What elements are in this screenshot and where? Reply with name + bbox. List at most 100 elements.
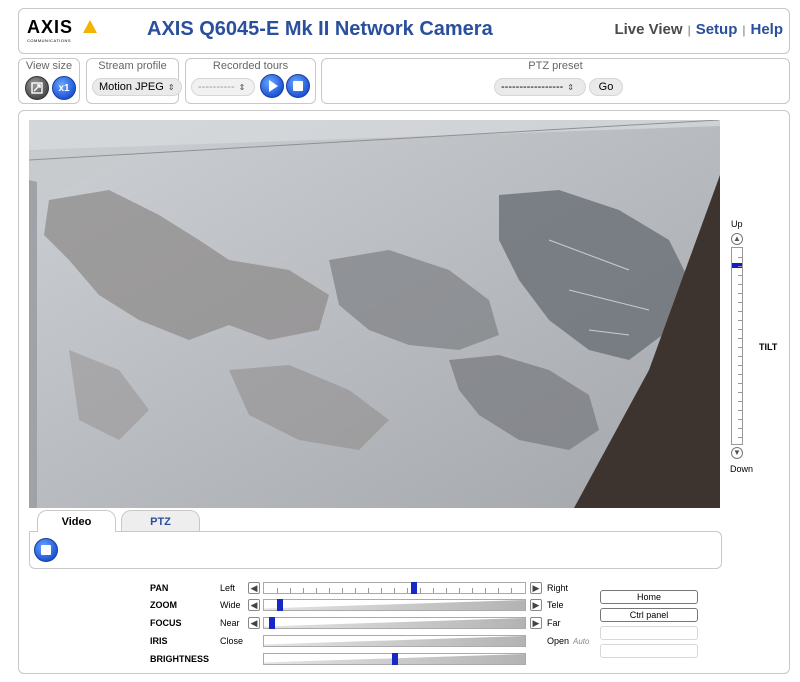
x1-icon: x1 bbox=[58, 82, 70, 94]
focus-decrease-button[interactable]: ◀ bbox=[248, 617, 260, 629]
slider-tick bbox=[342, 588, 343, 593]
video-stop-button[interactable] bbox=[34, 538, 58, 562]
view-size-label: View size bbox=[25, 60, 73, 72]
home-button[interactable]: Home bbox=[600, 590, 698, 604]
ptz-preset-select[interactable]: ----------------- ⇕ bbox=[494, 78, 586, 96]
slider-tick bbox=[738, 257, 742, 258]
ptz-preset-go-button[interactable]: Go bbox=[589, 78, 623, 96]
arrow-right-icon: ▶ bbox=[532, 583, 540, 593]
play-icon bbox=[261, 75, 283, 97]
live-video-feed[interactable] bbox=[29, 120, 720, 508]
iris-label: IRIS bbox=[150, 636, 168, 646]
slider-tick bbox=[738, 284, 742, 285]
stream-profile-label: Stream profile bbox=[98, 60, 167, 72]
slider-tick bbox=[738, 338, 742, 339]
arrow-up-icon: ▲ bbox=[733, 234, 741, 243]
page-title: AXIS Q6045-E Mk II Network Camera bbox=[147, 18, 493, 40]
pan-max-label: Right bbox=[547, 583, 569, 593]
stream-profile-select[interactable]: Motion JPEG ⇕ bbox=[92, 78, 182, 96]
slider-tick bbox=[738, 383, 742, 384]
focus-slider-ramp bbox=[264, 618, 525, 628]
slider-tick bbox=[738, 356, 742, 357]
nav-help[interactable]: Help bbox=[750, 21, 783, 38]
slider-tick bbox=[738, 419, 742, 420]
slider-tick bbox=[277, 588, 278, 593]
slider-tick bbox=[459, 588, 460, 593]
arrow-left-icon: ◀ bbox=[250, 600, 258, 610]
slider-tick bbox=[485, 588, 486, 593]
brightness-slider[interactable] bbox=[263, 653, 526, 665]
slider-tick bbox=[738, 365, 742, 366]
iris-slider[interactable] bbox=[263, 635, 526, 647]
iris-min-label: Close bbox=[220, 636, 244, 646]
zoom-decrease-button[interactable]: ◀ bbox=[248, 599, 260, 611]
tilt-up-label: Up bbox=[731, 219, 743, 229]
brightness-slider-thumb[interactable] bbox=[392, 653, 398, 665]
slider-tick bbox=[355, 588, 356, 593]
resize-icon bbox=[26, 77, 48, 99]
slider-tick bbox=[316, 588, 317, 593]
slider-tick bbox=[407, 588, 408, 593]
focus-max-label: Far bbox=[547, 618, 561, 628]
focus-slider-thumb[interactable] bbox=[269, 617, 275, 629]
focus-label: FOCUS bbox=[150, 618, 182, 628]
tour-stop-button[interactable] bbox=[286, 74, 310, 98]
slider-tick bbox=[738, 302, 742, 303]
nav-separator: | bbox=[742, 23, 746, 37]
logo-subtext: COMMUNICATIONS bbox=[27, 38, 72, 43]
focus-increase-button[interactable]: ▶ bbox=[530, 617, 542, 629]
pan-decrease-button[interactable]: ◀ bbox=[248, 582, 260, 594]
recorded-tours-label: Recorded tours bbox=[212, 60, 289, 72]
tilt-label: TILT bbox=[759, 342, 778, 352]
nav-live-view[interactable]: Live View bbox=[614, 21, 682, 38]
focus-min-label: Near bbox=[220, 618, 240, 628]
stop-icon bbox=[287, 75, 309, 97]
select-arrows-icon: ⇕ bbox=[567, 83, 574, 92]
zoom-increase-button[interactable]: ▶ bbox=[530, 599, 542, 611]
ctrl-panel-button[interactable]: Ctrl panel bbox=[600, 608, 698, 622]
tab-ptz[interactable]: PTZ bbox=[121, 510, 200, 532]
recorded-tours-group: Recorded tours ---------- ⇕ bbox=[185, 58, 316, 104]
slider-tick bbox=[738, 266, 742, 267]
select-arrows-icon: ⇕ bbox=[238, 83, 246, 92]
zoom-slider-ramp bbox=[264, 600, 525, 610]
pan-min-label: Left bbox=[220, 583, 236, 593]
arrow-right-icon: ▶ bbox=[532, 600, 540, 610]
tilt-up-button[interactable]: ▲ bbox=[731, 233, 743, 245]
slider-tick bbox=[738, 347, 742, 348]
view-size-x1-button[interactable]: x1 bbox=[52, 76, 76, 100]
slider-tick bbox=[394, 588, 395, 593]
tilt-down-button[interactable]: ▼ bbox=[731, 447, 743, 459]
select-arrows-icon: ⇕ bbox=[167, 83, 175, 92]
recorded-tours-value: ---------- bbox=[198, 81, 235, 93]
pan-slider[interactable] bbox=[263, 582, 526, 594]
nav-setup[interactable]: Setup bbox=[696, 21, 738, 38]
tilt-slider[interactable] bbox=[731, 247, 743, 445]
slider-tick bbox=[433, 588, 434, 593]
arrow-right-icon: ▶ bbox=[532, 618, 540, 628]
recorded-tours-select[interactable]: ---------- ⇕ bbox=[191, 78, 255, 96]
tab-video[interactable]: Video bbox=[37, 510, 116, 532]
zoom-slider-thumb[interactable] bbox=[277, 599, 283, 611]
zoom-max-label: Tele bbox=[547, 600, 564, 610]
focus-slider[interactable] bbox=[263, 617, 526, 629]
pan-slider-thumb[interactable] bbox=[411, 582, 417, 594]
slider-tick bbox=[738, 329, 742, 330]
axis-logo[interactable]: AXIS COMMUNICATIONS bbox=[27, 17, 97, 47]
view-size-group: View size x1 bbox=[18, 58, 80, 104]
pan-increase-button[interactable]: ▶ bbox=[530, 582, 542, 594]
brightness-label: BRIGHTNESS bbox=[150, 654, 210, 664]
slider-tick bbox=[738, 392, 742, 393]
logo-triangle-icon bbox=[83, 20, 97, 33]
slider-tick bbox=[738, 437, 742, 438]
tilt-down-label: Down bbox=[730, 464, 754, 474]
tour-play-button[interactable] bbox=[260, 74, 284, 98]
ptz-preset-label: PTZ preset bbox=[528, 60, 583, 72]
ptz-preset-value: ----------------- bbox=[501, 81, 564, 93]
slider-tick bbox=[420, 588, 421, 593]
slider-tick bbox=[498, 588, 499, 593]
slider-tick bbox=[738, 428, 742, 429]
zoom-slider[interactable] bbox=[263, 599, 526, 611]
slider-tick bbox=[368, 588, 369, 593]
view-size-fit-button[interactable] bbox=[25, 76, 49, 100]
